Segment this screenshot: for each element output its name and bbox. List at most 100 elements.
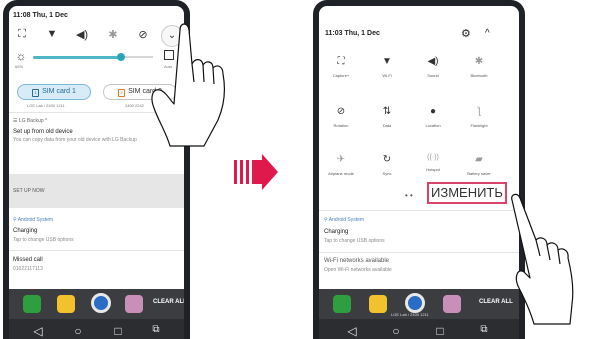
quick-tile[interactable]: ⛶ Capture+ — [323, 56, 359, 78]
quick-tile[interactable]: ▼ Wi-Fi — [369, 56, 405, 78]
usb-icon: ⚲ — [324, 217, 328, 223]
recents-icon[interactable]: □ — [109, 324, 127, 338]
home-icon[interactable]: ○ — [387, 324, 405, 338]
tile-label: Capture+ — [332, 73, 350, 78]
dock-operator-text: LGE Lab / 2400 1211 — [391, 312, 429, 317]
brightness-slider-fill[interactable] — [33, 56, 119, 59]
android-system-label: Android System — [17, 217, 54, 223]
nfc-icon: ⛶ — [337, 56, 345, 67]
tile-label: Hotspot — [426, 167, 440, 172]
flashlight-icon: ƪ — [477, 106, 481, 117]
clear-all-button[interactable]: CLEAR ALL — [153, 299, 184, 305]
divider — [319, 210, 519, 211]
sim1-label: SIM card 1 — [42, 88, 76, 95]
sim-card-icon: 2 — [118, 89, 126, 97]
recents-icon[interactable]: □ — [431, 324, 449, 338]
edit-button[interactable]: ИЗМЕНИТЬ — [427, 182, 507, 204]
dual-window-icon[interactable]: ⧉ — [147, 324, 165, 335]
pointing-hand-icon — [151, 23, 225, 147]
phone-app-icon[interactable] — [333, 295, 351, 313]
missed-call-number: 01022117113 — [13, 266, 43, 272]
divider — [319, 252, 519, 253]
tile-label: Flashlight — [470, 123, 488, 128]
messages-app-icon[interactable] — [369, 295, 387, 313]
status-time: 11:03 Thu, 1 Dec — [325, 30, 380, 37]
wifi-icon: ▼ — [382, 56, 392, 67]
android-system-row: ⚲ Android System — [13, 217, 53, 223]
nfc-icon[interactable]: ⛶ — [15, 28, 29, 41]
tile-label: Airplane mode — [328, 171, 354, 176]
tile-label: Location — [425, 123, 441, 128]
quick-tile[interactable]: ⇅ Data — [369, 106, 405, 128]
tile-label: Data — [382, 123, 392, 128]
arrow-right-icon — [234, 154, 278, 190]
tile-label: Battery saver — [467, 171, 491, 176]
brightness-icon: ☼ — [15, 49, 27, 63]
charging-title[interactable]: Charging — [13, 228, 37, 234]
pointing-hand-icon — [511, 193, 574, 325]
backup-title[interactable]: Set up from old device — [13, 129, 73, 135]
usb-icon: ⚲ — [13, 217, 17, 223]
rotation-icon: ⊘ — [336, 106, 346, 117]
quick-tile[interactable]: ✈ Airplane mode — [323, 154, 359, 176]
tile-label: Sync — [382, 171, 392, 176]
android-system-label: Android System — [328, 217, 365, 223]
backup-app-row: ☰ LG Backup ^ — [13, 118, 48, 124]
tile-label: Rotation — [333, 123, 349, 128]
android-system-row: ⚲ Android System — [324, 217, 364, 223]
quick-tile[interactable]: ⊘ Rotation — [323, 106, 359, 128]
settings-gear-icon[interactable]: ⚙ — [461, 27, 471, 40]
wifi-notification-description: Open Wi-Fi networks available — [324, 267, 392, 273]
sim-card-1-button[interactable]: 1 SIM card 1 — [17, 84, 91, 100]
location-icon: ● — [429, 106, 437, 117]
gallery-app-icon[interactable] — [125, 295, 143, 313]
collapse-chevron-up-icon[interactable]: ^ — [485, 28, 490, 39]
airplane-icon: ✈ — [336, 154, 346, 165]
status-time: 11:08 Thu, 1 Dec — [13, 12, 68, 19]
sound-icon[interactable]: ◀) — [75, 28, 89, 41]
tile-label: Sound — [427, 73, 439, 78]
backup-app-name: LG Backup — [18, 118, 44, 124]
back-icon[interactable]: ◁ — [343, 324, 361, 338]
brightness-slider-knob[interactable] — [117, 53, 125, 61]
quick-tile[interactable]: ƪ Flashlight — [461, 106, 497, 128]
phone-app-icon[interactable] — [23, 295, 41, 313]
camera-app-icon[interactable] — [91, 293, 111, 313]
set-up-now-button[interactable]: SET UP NOW — [13, 188, 45, 194]
missed-call-title[interactable]: Missed call — [13, 257, 43, 263]
charging-title[interactable]: Charging — [324, 229, 348, 235]
gallery-app-icon[interactable] — [443, 295, 461, 313]
quick-tile[interactable]: ↻ Sync — [369, 154, 405, 176]
wifi-icon[interactable]: ▼ — [45, 28, 59, 40]
dual-window-icon[interactable]: ⧉ — [475, 324, 493, 335]
brightness-percent: 65% — [15, 64, 24, 69]
quick-tile[interactable]: ✱ Bluetooth — [461, 56, 497, 78]
charging-description: Tap to change USB options — [13, 237, 74, 243]
right-phone: 11:03 Thu, 1 Dec ⚙ ^ ⛶ Capture+ ▼ Wi-Fi ◀) So… — [313, 0, 525, 339]
quick-tile[interactable]: ● Location — [415, 106, 451, 128]
quick-tile[interactable]: ((·)) Hotspot — [415, 154, 451, 172]
home-icon[interactable]: ○ — [69, 324, 87, 338]
tile-label: Wi-Fi — [382, 73, 392, 78]
sim-card-icon: 1 — [32, 89, 40, 97]
bluetooth-icon[interactable]: ✱ — [106, 28, 120, 41]
sync-icon: ↻ — [382, 154, 392, 165]
charging-description: Tap to change USB options — [324, 238, 385, 244]
divider — [9, 250, 184, 251]
sound-icon: ◀) — [427, 56, 439, 67]
right-screen: 11:03 Thu, 1 Dec ⚙ ^ ⛶ Capture+ ▼ Wi-Fi ◀) So… — [319, 6, 519, 339]
battery-saver-icon: ▰ — [475, 154, 483, 165]
bluetooth-icon: ✱ — [474, 56, 484, 67]
data-icon: ⇅ — [382, 106, 392, 117]
sim1-operator: LGE Lab / 2400 1211 — [27, 103, 65, 108]
camera-app-icon[interactable] — [405, 293, 425, 313]
tile-label: Bluetooth — [470, 73, 488, 78]
quick-tile[interactable]: ▰ Battery saver — [461, 154, 497, 176]
quick-tile[interactable]: ◀) Sound — [415, 56, 451, 78]
hotspot-icon: ((·)) — [427, 154, 439, 161]
page-indicator-dots: • • — [405, 191, 413, 200]
messages-app-icon[interactable] — [57, 295, 75, 313]
back-icon[interactable]: ◁ — [29, 324, 47, 338]
menu-icon: ☰ — [13, 118, 18, 124]
wifi-notification-title[interactable]: Wi-Fi networks available — [324, 258, 389, 264]
